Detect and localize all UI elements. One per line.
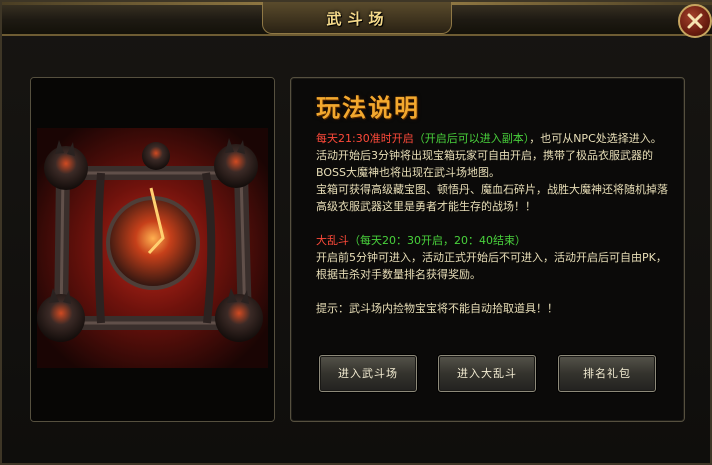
- melee-label: 大乱斗: [316, 234, 349, 247]
- title-plate: 武斗场: [262, 2, 452, 34]
- arena-map-image: [31, 78, 274, 421]
- para-rewards: 宝箱可获得高级藏宝图、顿悟丹、魔血石碎片，战胜大魔神还将随机掉落高级衣服武器这里…: [316, 183, 668, 213]
- para-melee-detail: 开启前5分钟可进入，活动正式开始后不可进入，活动开启后可自由PK，根据击杀对手数…: [316, 251, 667, 281]
- enter-melee-button[interactable]: 进入大乱斗: [438, 355, 536, 392]
- rules-description: 每天21:30准时开启（开启后可以进入副本），也可从NPC处选择进入。活动开始后…: [316, 130, 671, 317]
- enter-arena-button[interactable]: 进入武斗场: [319, 355, 417, 392]
- arena-map-preview: [30, 77, 275, 422]
- title-bar: 武斗场: [2, 2, 712, 36]
- window-title: 武斗场: [326, 10, 390, 28]
- para-arena: 每天21:30准时开启（开启后可以进入副本），也可从NPC处选择进入。活动开始后…: [316, 130, 671, 181]
- rules-heading: 玩法说明: [316, 94, 420, 122]
- arena-note: （开启后可以进入副本）: [413, 132, 530, 145]
- para-melee-title: 大乱斗（每天20：30开启，20：40结束）: [316, 232, 671, 249]
- tip-text: 提示：武斗场内捡物宝宝将不能自动拾取道具！！: [316, 302, 558, 315]
- melee-time: （每天20：30开启，20：40结束）: [349, 234, 526, 247]
- rank-gift-button[interactable]: 排名礼包: [558, 355, 656, 392]
- close-button[interactable]: [678, 4, 712, 38]
- arena-time: 每天21:30准时开启: [316, 132, 414, 145]
- info-panel: 玩法说明 每天21:30准时开启（开启后可以进入副本），也可从NPC处选择进入。…: [290, 77, 685, 422]
- arena-window: 武斗场 玩法说明 每天21:30准时开启（开启后可以进入副本），也可从NPC处选…: [0, 0, 712, 465]
- close-x-icon: [687, 13, 703, 29]
